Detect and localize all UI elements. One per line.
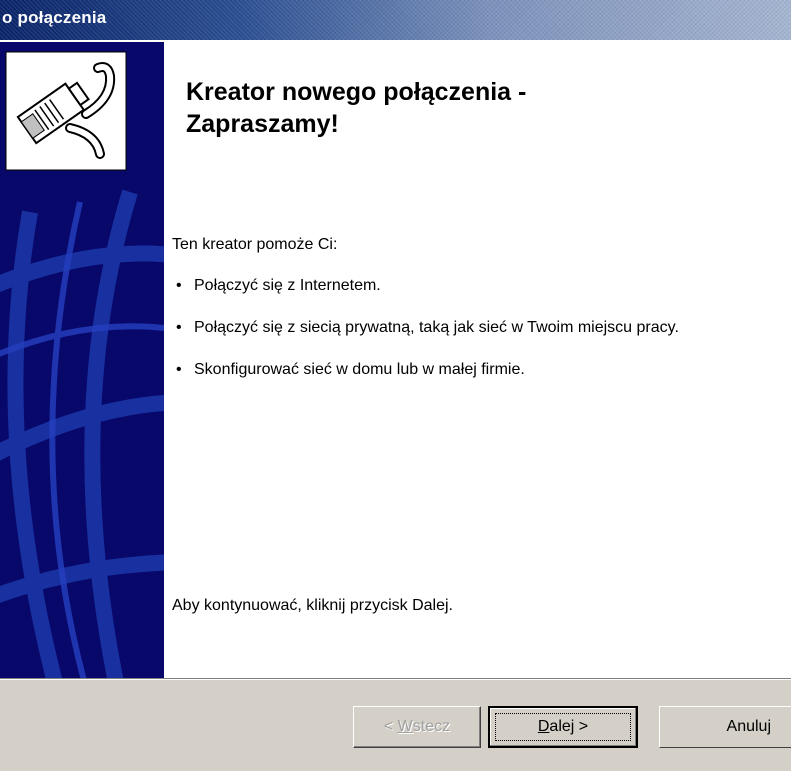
back-button[interactable]: < Wstecz <box>353 706 481 748</box>
wizard-banner <box>0 42 164 678</box>
globe-graphic <box>0 51 164 678</box>
heading-line-2: Zapraszamy! <box>186 110 339 138</box>
focus-ring <box>495 713 631 741</box>
heading-line-1: Kreator nowego połączenia - <box>186 78 527 106</box>
network-cable-plug-icon <box>5 51 127 171</box>
cancel-button[interactable]: Anuluj <box>659 706 791 748</box>
bullet-icon: • <box>176 277 182 294</box>
bullet-icon: • <box>176 361 182 378</box>
list-item: • Skonfigurować sieć w domu lub w małej … <box>172 360 772 380</box>
back-button-prefix: < <box>383 718 398 735</box>
list-item: • Połączyć się z Internetem. <box>172 276 772 296</box>
list-item-text: Skonfigurować sieć w domu lub w małej fi… <box>194 361 525 378</box>
cancel-button-label: Anuluj <box>726 718 771 735</box>
window-title: o połączenia <box>2 8 107 27</box>
back-button-mnemonic: W <box>397 718 413 735</box>
back-button-label: stecz <box>412 718 451 735</box>
list-item-text: Połączyć się z siecią prywatną, taką jak… <box>194 319 679 336</box>
separator-highlight <box>0 679 791 680</box>
title-bar[interactable]: o połączenia <box>0 0 791 40</box>
wizard-heading: Kreator nowego połączenia - Zapraszamy! <box>186 76 746 140</box>
continue-instruction: Aby kontynuować, kliknij przycisk Dalej. <box>172 597 453 614</box>
intro-text: Ten kreator pomoże Ci: <box>172 236 338 253</box>
list-item: • Połączyć się z siecią prywatną, taką j… <box>172 318 754 338</box>
next-button[interactable]: Dalej > <box>488 706 638 748</box>
bullet-list: • Połączyć się z Internetem. • Połączyć … <box>172 276 772 402</box>
list-item-text: Połączyć się z Internetem. <box>194 277 381 294</box>
bullet-icon: • <box>176 319 182 336</box>
wizard-content: Kreator nowego połączenia - Zapraszamy! … <box>164 42 791 678</box>
